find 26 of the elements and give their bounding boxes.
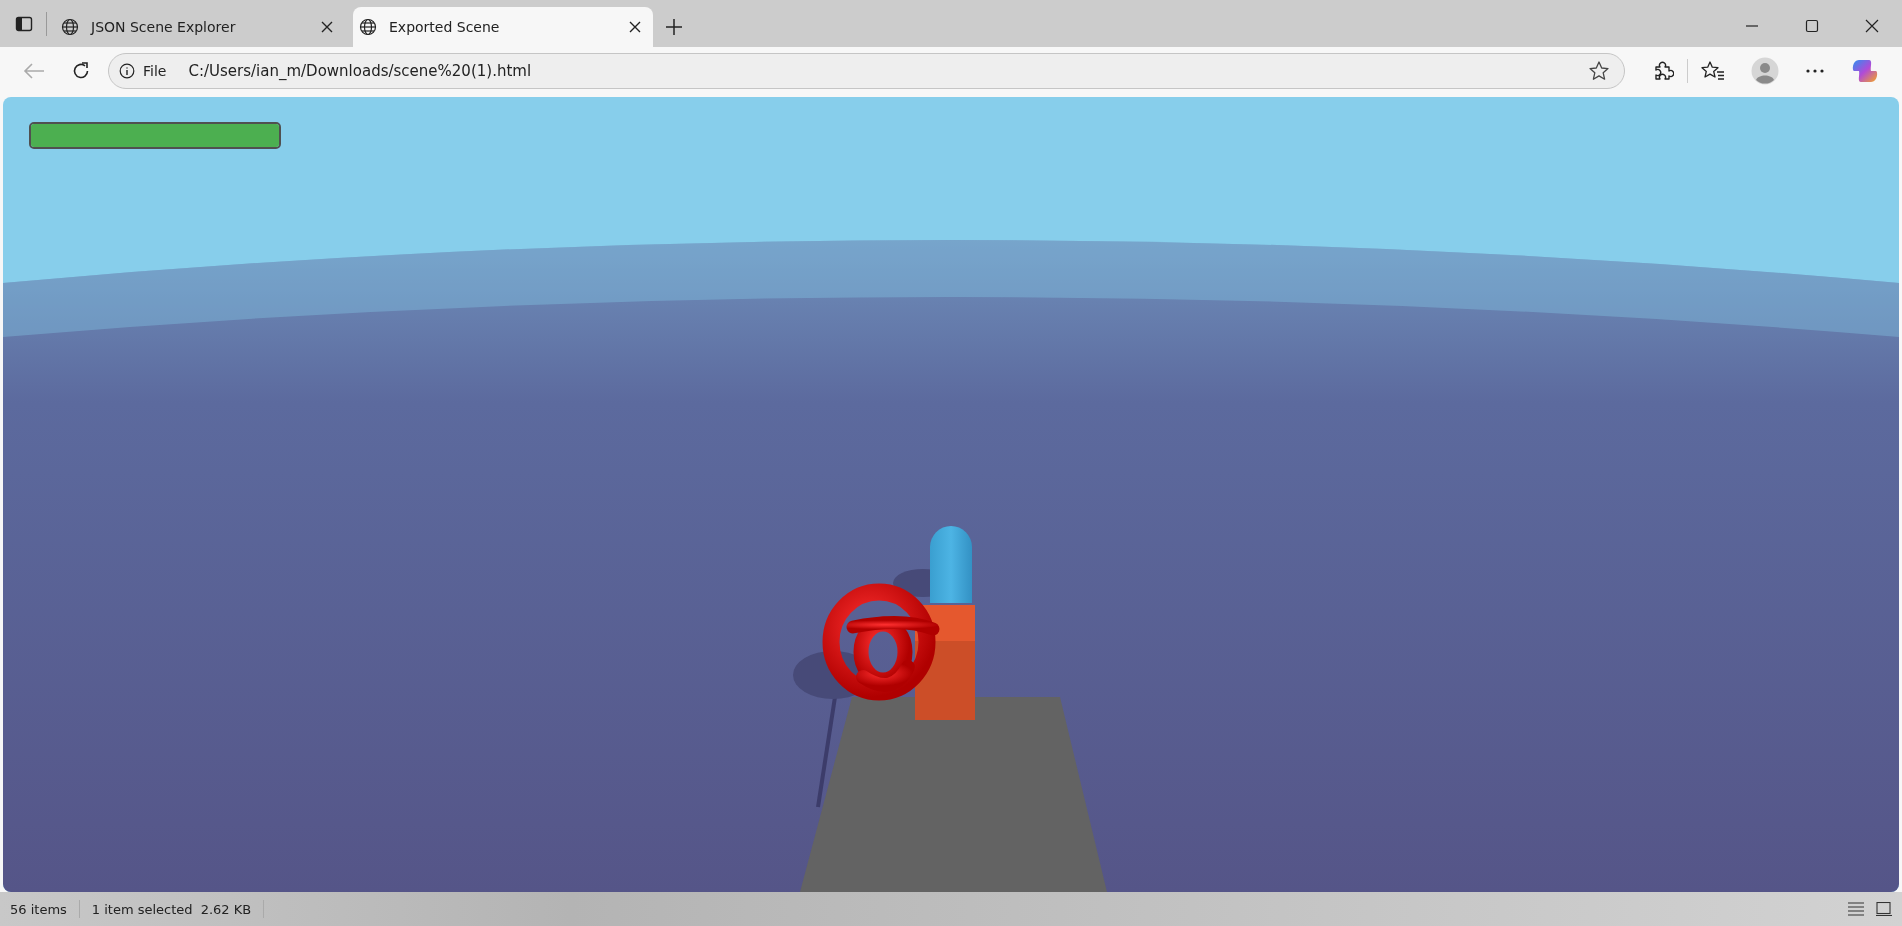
- reload-icon[interactable]: [71, 61, 91, 81]
- globe-icon: [359, 18, 377, 36]
- close-icon[interactable]: [1865, 19, 1879, 33]
- file-label: File: [143, 63, 167, 79]
- browser-tab[interactable]: JSON Scene Explorer: [55, 7, 345, 47]
- browser-tab[interactable]: Exported Scene: [353, 7, 653, 47]
- details-view-icon[interactable]: [1848, 902, 1864, 916]
- tab-title: JSON Scene Explorer: [91, 19, 237, 35]
- globe-icon: [61, 18, 79, 36]
- close-tab-icon[interactable]: [321, 21, 333, 33]
- address-bar[interactable]: File C:/Users/ian_m/Downloads/scene%20(1).html: [108, 53, 1625, 89]
- new-tab-icon[interactable]: [665, 18, 683, 36]
- close-tab-icon[interactable]: [629, 21, 641, 33]
- url-text: C:/Users/ian_m/Downloads/scene%20(1).html: [188, 62, 532, 80]
- item-count-text: 56 items: [10, 901, 67, 917]
- maximize-icon[interactable]: [1805, 19, 1819, 33]
- file-size-text: 2.62 KB: [200, 901, 252, 917]
- tab-title: Exported Scene: [389, 19, 501, 35]
- favorite-star-icon[interactable]: [1588, 60, 1610, 82]
- preview-pane-icon[interactable]: [1876, 902, 1892, 916]
- extensions-puzzle-icon[interactable]: [1652, 60, 1674, 82]
- profile-avatar-icon[interactable]: [1751, 57, 1779, 85]
- favorites-icon[interactable]: [1701, 60, 1725, 82]
- more-options-icon[interactable]: [1805, 68, 1825, 74]
- selection-text: 1 item selected: [91, 901, 193, 917]
- info-icon[interactable]: [119, 63, 135, 79]
